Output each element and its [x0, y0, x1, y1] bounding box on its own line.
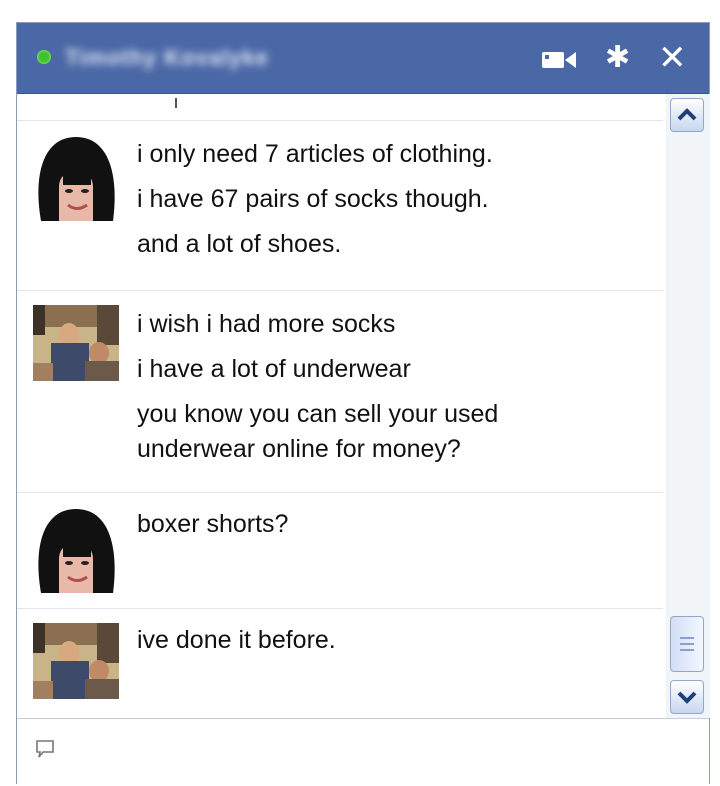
- message-text: i only need 7 articles of clothing.: [137, 140, 493, 168]
- message-text: i have 67 pairs of socks though.: [137, 185, 489, 213]
- chevron-down-icon: [677, 691, 697, 704]
- photo-avatar[interactable]: [33, 305, 119, 381]
- message-input[interactable]: [17, 718, 709, 786]
- cartoon-woman-avatar[interactable]: [33, 507, 119, 593]
- contact-name[interactable]: Timothy Kovalyke: [65, 45, 269, 71]
- message-text: and a lot of shoes.: [137, 230, 342, 258]
- scrollbar[interactable]: [666, 94, 710, 718]
- photo-avatar[interactable]: [33, 623, 119, 699]
- close-icon[interactable]: ✕: [658, 41, 687, 75]
- message-list[interactable]: i only need 7 articles of clothing. i ha…: [17, 94, 663, 718]
- previous-message-remnant: [17, 94, 663, 120]
- compose-icon: [35, 739, 55, 764]
- chat-window: Timothy Kovalyke ✱ ✕ i only need 7 artic…: [16, 22, 710, 786]
- message-group: i only need 7 articles of clothing. i ha…: [17, 120, 663, 291]
- scroll-down-button[interactable]: [670, 680, 704, 714]
- message-text: ive done it before.: [137, 626, 336, 654]
- message-text: underwear online for money?: [137, 435, 461, 463]
- message-text: you know you can sell your used: [137, 400, 499, 428]
- gear-icon[interactable]: ✱: [605, 41, 630, 75]
- scrollbar-thumb[interactable]: [670, 616, 704, 672]
- cartoon-woman-avatar[interactable]: [33, 135, 119, 221]
- message-group: i wish i had more socks i have a lot of …: [17, 290, 663, 493]
- scroll-up-button[interactable]: [670, 98, 704, 132]
- message-text: i have a lot of underwear: [137, 355, 411, 383]
- message-group: ive done it before.: [17, 608, 663, 718]
- message-text: i wish i had more socks: [137, 310, 396, 338]
- chat-title-bar[interactable]: Timothy Kovalyke ✱ ✕: [17, 23, 709, 94]
- chevron-up-icon: [677, 108, 697, 121]
- message-group: boxer shorts?: [17, 492, 663, 609]
- online-status-icon: [37, 50, 51, 64]
- video-call-icon[interactable]: [541, 45, 577, 79]
- message-text: boxer shorts?: [137, 510, 289, 538]
